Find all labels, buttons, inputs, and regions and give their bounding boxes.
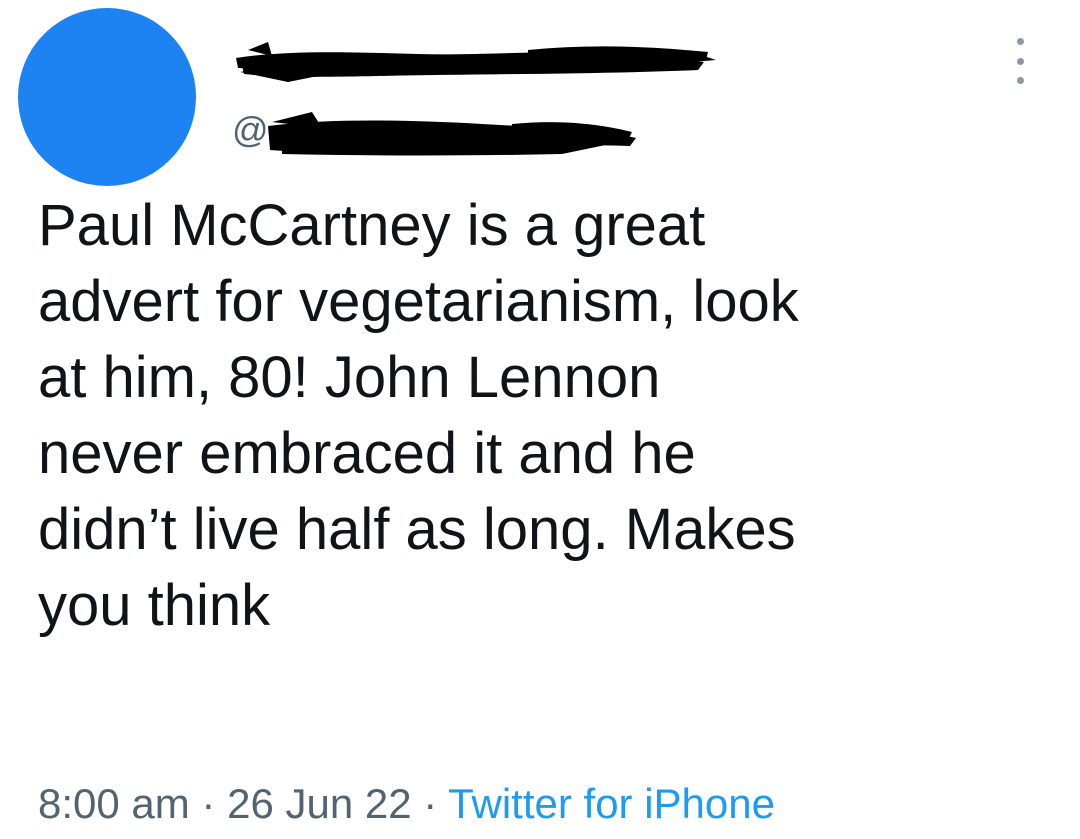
tweet-text-line: Paul McCartney is a great [38,193,706,258]
tweet-text-line: at him, 80! John Lennon [38,345,661,410]
more-options-icon[interactable] [1006,38,1034,84]
redacted-display-name [236,42,716,82]
meta-separator: · [411,780,449,827]
tweet-text-line: never embraced it and he [38,421,696,486]
tweet-card: @ Paul McCartney is a great advert for v… [0,0,1080,839]
tweet-date[interactable]: 26 Jun 22 [227,780,412,827]
dot-icon [1016,38,1024,45]
dot-icon [1016,57,1024,65]
tweet-metadata: 8:00 am · 26 Jun 22 · Twitter for iPhone [38,776,775,832]
tweet-text: Paul McCartney is a great advert for veg… [38,188,1058,644]
redacted-handle [268,112,636,156]
tweet-source-link[interactable]: Twitter for iPhone [448,780,775,827]
dot-icon [1016,77,1024,84]
tweet-text-line: you think [38,573,271,638]
tweet-text-line: didn’t live half as long. Makes [38,497,796,562]
avatar[interactable] [18,8,196,186]
tweet-text-line: advert for vegetarianism, look [38,269,799,334]
meta-separator: · [189,780,228,827]
tweet-time[interactable]: 8:00 am [38,780,190,827]
